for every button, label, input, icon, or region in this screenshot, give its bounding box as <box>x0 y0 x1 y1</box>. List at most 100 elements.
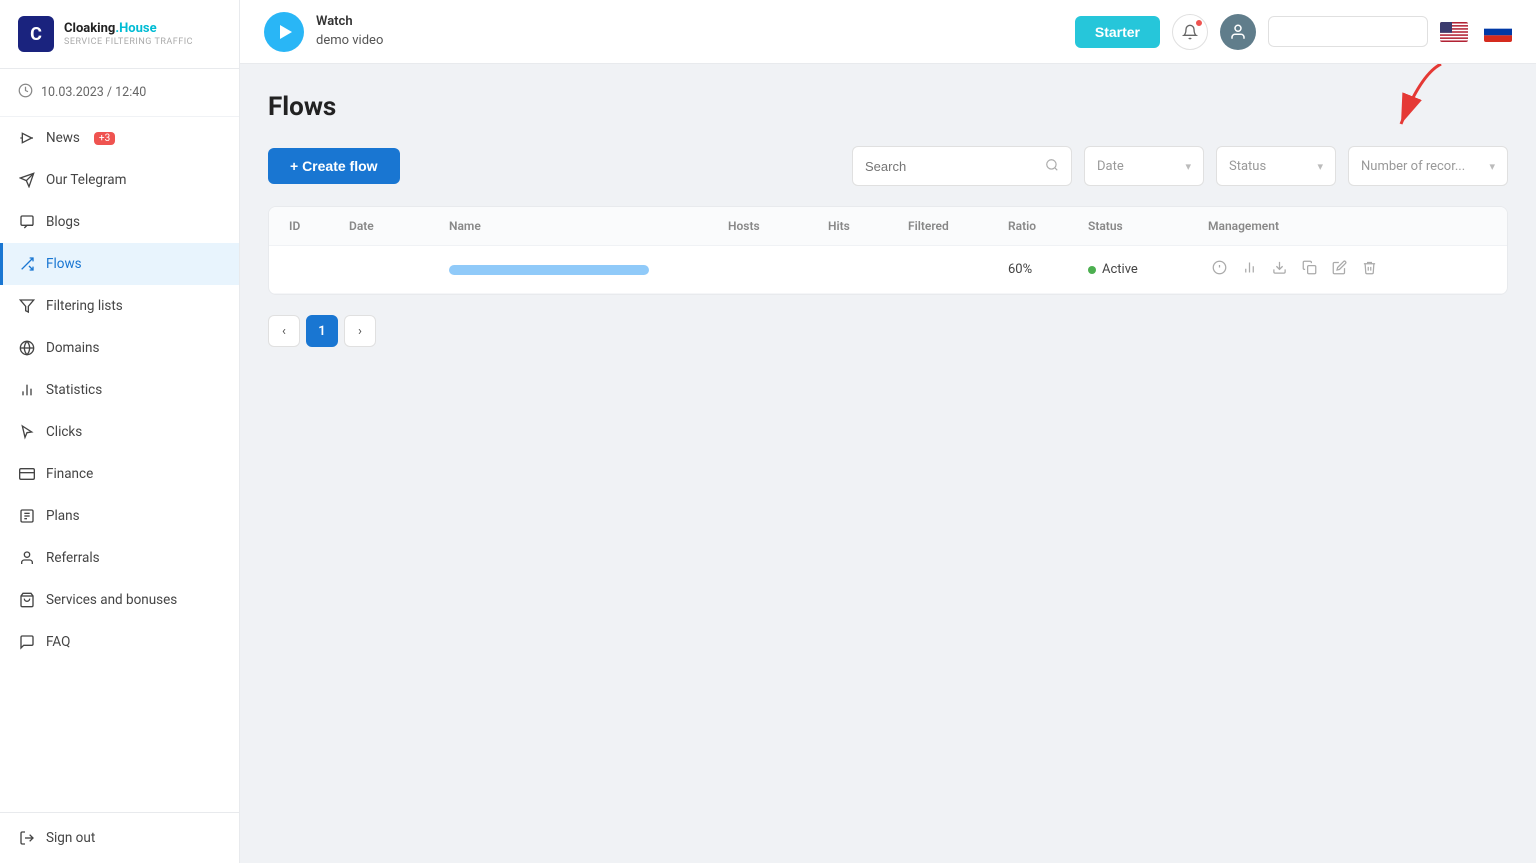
sidebar-item-statistics[interactable]: Statistics <box>0 369 239 411</box>
stats-action-icon[interactable] <box>1238 260 1260 279</box>
search-icon <box>1045 157 1059 176</box>
power-icon <box>18 829 36 847</box>
cell-management <box>1208 260 1487 279</box>
notification-dot <box>1195 19 1203 27</box>
date-chevron-icon: ▾ <box>1185 160 1191 173</box>
download-action-icon[interactable] <box>1268 260 1290 279</box>
datetime-label: 10.03.2023 / 12:40 <box>41 85 146 100</box>
status-dot <box>1088 266 1096 274</box>
paper-plane-icon <box>18 171 36 189</box>
sidebar-item-flows[interactable]: Flows <box>0 243 239 285</box>
sidebar-item-domains-label: Domains <box>46 340 99 356</box>
funnel-icon <box>18 297 36 315</box>
sidebar-item-blogs-label: Blogs <box>46 214 80 230</box>
sidebar-item-signout[interactable]: Sign out <box>0 817 239 859</box>
bar-chart-icon <box>18 381 36 399</box>
sidebar-item-domains[interactable]: Domains <box>0 327 239 369</box>
bag-icon <box>18 591 36 609</box>
sidebar-item-filtering[interactable]: Filtering lists <box>0 285 239 327</box>
sidebar-bottom: Sign out <box>0 812 239 863</box>
sidebar-item-flows-label: Flows <box>46 256 82 272</box>
sidebar-item-statistics-label: Statistics <box>46 382 102 398</box>
logo-name-blue: .House <box>115 21 156 36</box>
sidebar-item-faq-label: FAQ <box>46 634 70 650</box>
col-date: Date <box>349 219 449 233</box>
starter-button[interactable]: Starter <box>1075 16 1160 48</box>
col-ratio: Ratio <box>1008 219 1088 233</box>
play-button[interactable] <box>264 12 304 52</box>
sidebar-item-clicks[interactable]: Clicks <box>0 411 239 453</box>
flag-ru-icon[interactable] <box>1484 22 1512 42</box>
header-search-input[interactable] <box>1268 16 1428 47</box>
cursor-icon <box>18 423 36 441</box>
col-filtered: Filtered <box>908 219 1008 233</box>
prev-page-button[interactable]: ‹ <box>268 315 300 347</box>
logo-name-white: Cloaking <box>64 21 115 36</box>
sidebar-item-filtering-label: Filtering lists <box>46 298 123 314</box>
search-input[interactable] <box>865 159 1037 174</box>
sidebar-item-news-label: News <box>46 130 80 146</box>
page-title: Flows <box>268 92 1508 122</box>
notification-button[interactable] <box>1172 14 1208 50</box>
logo-subtitle: SERVICE FILTERING TRAFFIC <box>64 37 193 47</box>
cell-status: Active <box>1088 262 1208 277</box>
search-box[interactable] <box>852 146 1072 186</box>
sidebar-item-services[interactable]: Services and bonuses <box>0 579 239 621</box>
user-icon <box>1229 23 1247 41</box>
sidebar-item-blogs[interactable]: Blogs <box>0 201 239 243</box>
sidebar-item-referrals[interactable]: Referrals <box>0 537 239 579</box>
col-management: Management <box>1208 219 1487 233</box>
status-filter-label: Status <box>1229 159 1266 174</box>
sidebar-item-faq[interactable]: FAQ <box>0 621 239 663</box>
name-bar <box>449 265 649 275</box>
col-hits: Hits <box>828 219 908 233</box>
user-avatar-button[interactable] <box>1220 14 1256 50</box>
records-chevron-icon: ▾ <box>1489 160 1495 173</box>
status-active-badge: Active <box>1088 262 1208 277</box>
sidebar-datetime: 10.03.2023 / 12:40 <box>0 69 239 117</box>
credit-card-icon <box>18 465 36 483</box>
row-actions <box>1208 260 1487 279</box>
sidebar-item-plans-label: Plans <box>46 508 80 524</box>
sidebar-item-telegram-label: Our Telegram <box>46 172 126 188</box>
page-1-button[interactable]: 1 <box>306 315 338 347</box>
status-filter[interactable]: Status ▾ <box>1216 146 1336 186</box>
edit-action-icon[interactable] <box>1328 260 1350 279</box>
sidebar-item-telegram[interactable]: Our Telegram <box>0 159 239 201</box>
demo-line1: Watch <box>316 13 383 31</box>
sidebar-item-clicks-label: Clicks <box>46 424 82 440</box>
cell-ratio: 60% <box>1008 262 1088 277</box>
cell-name <box>449 265 728 275</box>
col-hosts: Hosts <box>728 219 828 233</box>
chat-square-icon <box>18 213 36 231</box>
info-action-icon[interactable] <box>1208 260 1230 279</box>
news-badge: +3 <box>94 132 115 145</box>
sidebar-item-news[interactable]: News +3 <box>0 117 239 159</box>
sidebar-logo: C Cloaking.House SERVICE FILTERING TRAFF… <box>0 0 239 69</box>
sidebar-item-finance-label: Finance <box>46 466 93 482</box>
flag-us-icon[interactable] <box>1440 22 1468 42</box>
col-name: Name <box>449 219 728 233</box>
sidebar-item-referrals-label: Referrals <box>46 550 100 566</box>
records-filter-label: Number of recor... <box>1361 159 1465 174</box>
main-area: Watch demo video Starter <box>240 0 1536 863</box>
next-page-button[interactable]: › <box>344 315 376 347</box>
pagination: ‹ 1 › <box>268 315 1508 347</box>
sidebar: C Cloaking.House SERVICE FILTERING TRAFF… <box>0 0 240 863</box>
sidebar-item-plans[interactable]: Plans <box>0 495 239 537</box>
demo-video-section: Watch demo video <box>264 12 1059 52</box>
status-chevron-icon: ▾ <box>1317 160 1323 173</box>
date-filter[interactable]: Date ▾ <box>1084 146 1204 186</box>
svg-text:C: C <box>30 24 42 45</box>
demo-text: Watch demo video <box>316 13 383 49</box>
logo-icon: C <box>18 16 54 52</box>
chat-icon <box>18 633 36 651</box>
copy-action-icon[interactable] <box>1298 260 1320 279</box>
records-filter[interactable]: Number of recor... ▾ <box>1348 146 1508 186</box>
col-id: ID <box>289 219 349 233</box>
delete-action-icon[interactable] <box>1358 260 1380 279</box>
clock-icon <box>18 83 33 102</box>
create-flow-button[interactable]: + Create flow <box>268 148 400 184</box>
sidebar-item-finance[interactable]: Finance <box>0 453 239 495</box>
flows-table: ID Date Name Hosts Hits Filtered Ratio S… <box>268 206 1508 295</box>
